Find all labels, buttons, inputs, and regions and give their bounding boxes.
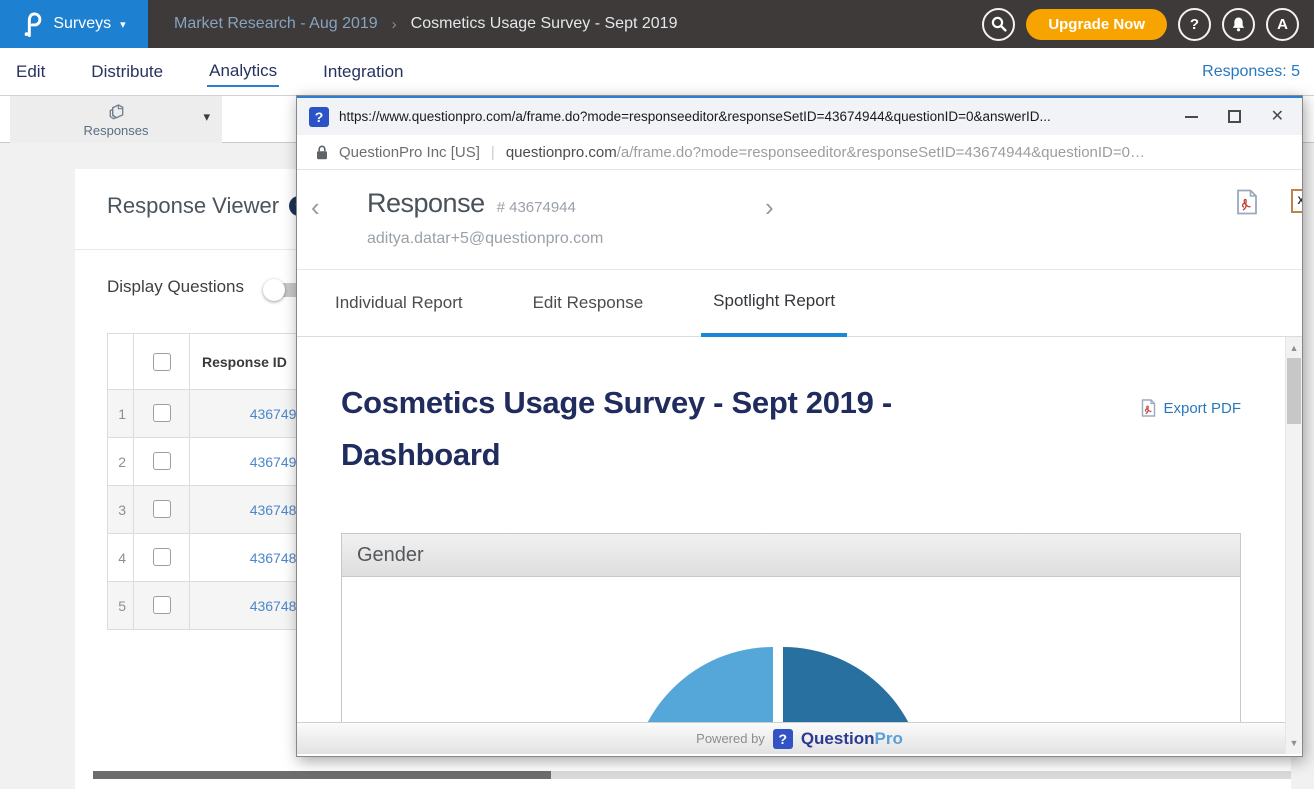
export-pdf-icon xyxy=(1141,399,1156,417)
response-title: Response xyxy=(367,188,485,219)
respondent-email: aditya.datar+5@questionpro.com xyxy=(367,230,603,248)
questionpro-footer-logo-icon: ? xyxy=(773,729,793,749)
toggle-knob[interactable] xyxy=(263,279,285,301)
row-number: 4 xyxy=(108,534,134,582)
gender-section-title: Gender xyxy=(357,544,424,567)
gender-section: Gender xyxy=(341,533,1241,724)
gender-section-header: Gender xyxy=(342,534,1240,577)
response-id-badge: # 43674944 xyxy=(497,199,576,216)
row-checkbox[interactable] xyxy=(153,596,171,614)
responses-tool-caret-icon[interactable]: ▾ xyxy=(203,109,210,125)
row-checkbox[interactable] xyxy=(153,404,171,422)
report-scroll-area: Cosmetics Usage Survey - Sept 2019 - Das… xyxy=(297,337,1302,724)
popup-scrollbar-thumb[interactable] xyxy=(1287,358,1301,424)
maximize-icon[interactable] xyxy=(1228,110,1241,123)
security-org: QuestionPro Inc [US] xyxy=(339,144,480,161)
avatar-letter: A xyxy=(1277,16,1288,33)
account-avatar[interactable]: A xyxy=(1266,8,1299,41)
search-button[interactable] xyxy=(982,8,1015,41)
nav-item-analytics[interactable]: Analytics xyxy=(207,57,279,87)
responses-count: Responses: 5 xyxy=(1202,48,1300,96)
surveys-label: Surveys xyxy=(53,15,111,33)
question-icon: ? xyxy=(1190,16,1199,33)
close-icon[interactable]: ✕ xyxy=(1271,109,1284,125)
row-checkbox[interactable] xyxy=(153,548,171,566)
header-select-all xyxy=(134,334,190,390)
row-checkbox[interactable] xyxy=(153,500,171,518)
header-rownum xyxy=(108,334,134,390)
dashboard-heading: Cosmetics Usage Survey - Sept 2019 - Das… xyxy=(341,377,1001,481)
questionpro-favicon-icon: ? xyxy=(309,107,329,127)
pie-slice-right xyxy=(783,647,925,724)
row-number: 1 xyxy=(108,390,134,438)
popup-vertical-scrollbar[interactable]: ▲ ▼ xyxy=(1285,337,1302,754)
tab-spotlight-report[interactable]: Spotlight Report xyxy=(701,270,847,337)
pdf-download-icon[interactable] xyxy=(1236,189,1258,215)
bell-icon xyxy=(1231,16,1246,32)
popup-titlebar[interactable]: ? https://www.questionpro.com/a/frame.do… xyxy=(297,96,1302,135)
gender-pie-chart xyxy=(631,647,925,724)
display-questions-label: Display Questions xyxy=(107,277,244,297)
powered-by-footer: Powered by ? QuestionPro xyxy=(297,722,1302,754)
response-header: ‹ Response # 43674944 › aditya.datar+5@q… xyxy=(297,170,1302,270)
tab-edit-response[interactable]: Edit Response xyxy=(521,270,656,337)
powered-by-label: Powered by xyxy=(696,731,765,746)
pie-slice-left xyxy=(631,647,773,724)
breadcrumb-separator-icon: › xyxy=(392,16,397,33)
questionpro-footer-brand[interactable]: QuestionPro xyxy=(801,729,903,749)
horizontal-scrollbar-thumb[interactable] xyxy=(93,771,551,779)
security-separator: | xyxy=(491,144,495,161)
breadcrumb: Market Research - Aug 2019 › Cosmetics U… xyxy=(174,15,677,33)
horizontal-scrollbar[interactable] xyxy=(93,771,1291,779)
survey-nav: Edit Distribute Analytics Integration Re… xyxy=(0,48,1314,96)
lock-icon xyxy=(316,145,328,160)
row-number: 3 xyxy=(108,486,134,534)
responses-tool-label: Responses xyxy=(83,123,148,138)
window-controls: ✕ xyxy=(1185,109,1284,125)
response-editor-popup: ? https://www.questionpro.com/a/frame.do… xyxy=(296,95,1303,757)
nav-item-integration[interactable]: Integration xyxy=(321,58,405,86)
row-number: 2 xyxy=(108,438,134,486)
nav-item-distribute[interactable]: Distribute xyxy=(89,58,165,86)
export-pdf-link[interactable]: Export PDF xyxy=(1141,399,1241,417)
row-number: 5 xyxy=(108,582,134,630)
page-title: Response Viewer xyxy=(107,193,279,219)
surveys-menu-button[interactable]: Surveys ▾ xyxy=(0,0,148,48)
screen: Surveys ▾ Market Research - Aug 2019 › C… xyxy=(0,0,1314,789)
select-all-checkbox[interactable] xyxy=(153,353,171,371)
breadcrumb-current: Cosmetics Usage Survey - Sept 2019 xyxy=(411,15,678,33)
breadcrumb-parent-link[interactable]: Market Research - Aug 2019 xyxy=(174,15,378,33)
responses-pages-icon xyxy=(106,102,127,122)
chevron-down-icon: ▾ xyxy=(120,18,126,31)
scroll-down-icon[interactable]: ▼ xyxy=(1286,738,1302,748)
next-response-icon[interactable]: › xyxy=(765,192,774,223)
security-path: /a/frame.do?mode=responseeditor&response… xyxy=(617,144,1145,161)
tab-individual-report[interactable]: Individual Report xyxy=(323,270,475,337)
nav-item-edit[interactable]: Edit xyxy=(14,58,47,86)
previous-response-icon[interactable]: ‹ xyxy=(311,192,320,223)
scroll-up-icon[interactable]: ▲ xyxy=(1286,343,1302,353)
security-domain: questionpro.com xyxy=(506,144,617,161)
popup-body: ‹ Response # 43674944 › aditya.datar+5@q… xyxy=(297,170,1302,754)
topbar-actions: Upgrade Now ? A xyxy=(982,8,1314,41)
upgrade-now-button[interactable]: Upgrade Now xyxy=(1026,9,1167,40)
responses-tool-button[interactable]: Responses ▾ xyxy=(10,96,222,143)
popup-title-url: https://www.questionpro.com/a/frame.do?m… xyxy=(339,109,1167,124)
report-tabs: Individual Report Edit Response Spotligh… xyxy=(297,270,1302,337)
notifications-button[interactable] xyxy=(1222,8,1255,41)
row-checkbox[interactable] xyxy=(153,452,171,470)
topbar: Surveys ▾ Market Research - Aug 2019 › C… xyxy=(0,0,1314,48)
security-bar: QuestionPro Inc [US] | questionpro.com/a… xyxy=(297,135,1302,170)
help-button[interactable]: ? xyxy=(1178,8,1211,41)
search-icon xyxy=(991,16,1007,32)
minimize-icon[interactable] xyxy=(1185,116,1198,118)
excel-download-icon[interactable]: X xyxy=(1291,189,1302,215)
questionpro-logo-icon xyxy=(22,11,44,38)
